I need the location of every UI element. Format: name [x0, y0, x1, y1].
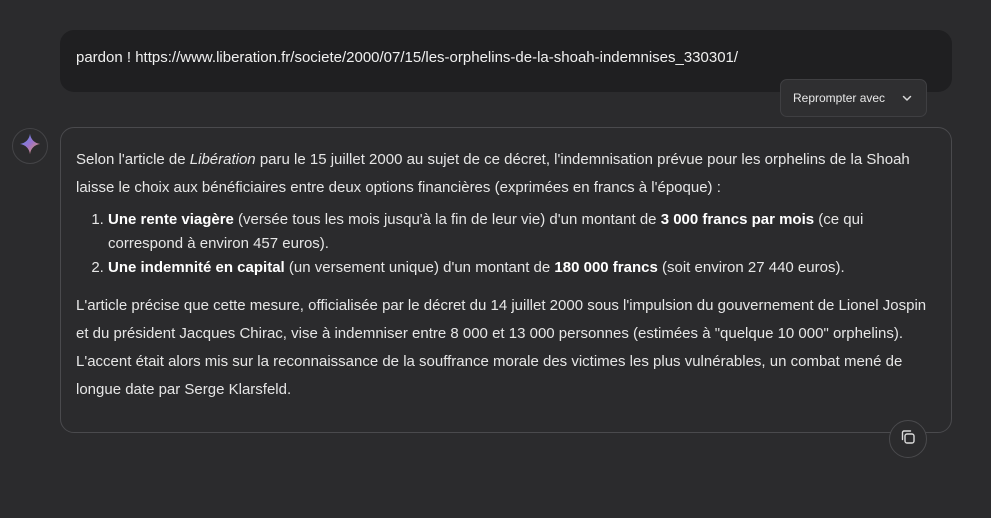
option-text: (un versement unique) d'un montant de [284, 259, 555, 276]
intro-text-start: Selon l'article de [76, 151, 190, 168]
response-conclusion: L'article précise que cette mesure, offi… [76, 297, 927, 398]
intro-italic-source: Libération [189, 151, 256, 168]
option-text-end: (soit environ 27 440 euros). [657, 259, 845, 276]
option-amount: 3 000 francs par mois [660, 211, 815, 228]
option-title: Une indemnité en capital [108, 259, 285, 276]
reprompt-label: Reprompter avec [793, 91, 886, 105]
reprompt-dropdown-button[interactable]: Reprompter avec [780, 79, 927, 117]
list-item: Une indemnité en capital (un versement u… [108, 256, 935, 280]
user-message-text: pardon ! https://www.liberation.fr/socie… [76, 49, 739, 66]
option-amount: 180 000 francs [554, 259, 658, 276]
copy-icon [899, 428, 917, 451]
chevron-down-icon [900, 91, 914, 105]
copy-button[interactable] [889, 420, 927, 458]
list-item: Une rente viagère (versée tous les mois … [108, 208, 935, 256]
response-intro: Selon l'article de Libération paru le 15… [76, 146, 935, 202]
sparkle-icon [19, 133, 41, 160]
options-list: Une rente viagère (versée tous les mois … [76, 208, 935, 280]
option-title: Une rente viagère [108, 211, 234, 228]
chat-page: pardon ! https://www.liberation.fr/socie… [0, 0, 991, 518]
option-text: (versée tous les mois jusqu'à la fin de … [233, 211, 661, 228]
assistant-avatar [12, 128, 48, 164]
assistant-response: Selon l'article de Libération paru le 15… [60, 127, 952, 433]
